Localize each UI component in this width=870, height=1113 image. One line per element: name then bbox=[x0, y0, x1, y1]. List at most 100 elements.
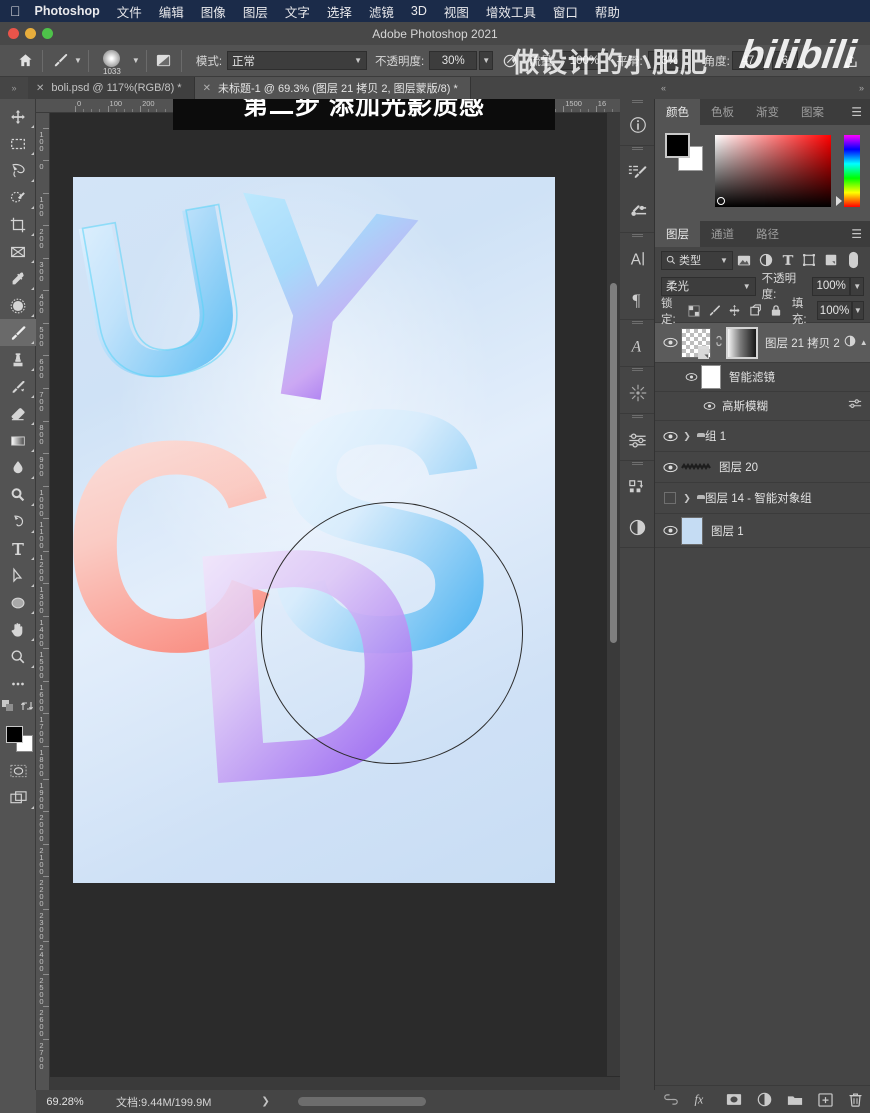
menu-item-3d[interactable]: 3D bbox=[411, 4, 427, 18]
table-row[interactable]: 图层 20 bbox=[655, 452, 870, 483]
tab-swatches[interactable]: 色板 bbox=[700, 99, 745, 125]
menu-item-help[interactable]: 帮助 bbox=[595, 2, 620, 21]
layer-thumbnail[interactable] bbox=[681, 516, 703, 545]
tools-panel[interactable] bbox=[0, 99, 36, 1090]
collapse-left-icon[interactable]: « bbox=[661, 83, 666, 93]
layer-visibility-toggle[interactable] bbox=[659, 462, 681, 473]
menu-item-filter[interactable]: 滤镜 bbox=[369, 2, 394, 21]
smart-filter-fx-icon[interactable] bbox=[844, 334, 856, 352]
list-item[interactable]: 智能滤镜 bbox=[655, 363, 870, 392]
layers-panel-tabs[interactable]: 图层 通道 路径 ☰ bbox=[655, 221, 870, 247]
adjustment-layer-icon[interactable] bbox=[757, 1092, 772, 1107]
lock-position-icon[interactable] bbox=[724, 300, 745, 322]
layer-name[interactable]: 图层 20 bbox=[719, 459, 758, 475]
blend-mode-select[interactable]: 正常 ▼ bbox=[227, 51, 368, 70]
libraries-panel-icon[interactable] bbox=[620, 373, 655, 413]
tool-options-bar[interactable]: ▼ 1033 ▼ 模式: 正常 ▼ 不透明度: 30% ▼ 流量: 100% 平… bbox=[0, 33, 870, 78]
menu-item-image[interactable]: 图像 bbox=[201, 2, 226, 21]
menu-item-type[interactable]: 文字 bbox=[285, 2, 310, 21]
right-panel-dock[interactable]: 颜色 色板 渐变 图案 ☰ 图层 通道 路径 ☰ 类型 ▼ 柔光 ▼ 不透明度:… bbox=[655, 99, 870, 1113]
document-tab-untitled[interactable]: ✕ 未标题-1 @ 69.3% (图层 21 拷贝 2, 图层蒙版/8) * bbox=[194, 77, 471, 99]
character-panel-icon[interactable]: A bbox=[620, 239, 655, 279]
status-menu-icon[interactable]: ❯ bbox=[261, 1096, 269, 1107]
panel-menu-icon[interactable]: ☰ bbox=[843, 221, 870, 247]
brush-size-preview[interactable]: 1033 bbox=[95, 46, 129, 76]
chevron-up-icon[interactable]: ▲ bbox=[860, 338, 868, 347]
layer-list[interactable]: 图层 21 拷贝 2 ▲ 智能滤镜 高斯模糊 ❯ 组 1 图层 20 ❯ 图层 … bbox=[655, 323, 870, 548]
brush-preset-dropdown[interactable]: ▼ bbox=[74, 56, 82, 65]
canvas-area[interactable]: 0100200300400500600700800900100011001200… bbox=[36, 99, 620, 1090]
filter-smart-icon[interactable] bbox=[820, 249, 842, 271]
eyedropper-tool[interactable] bbox=[0, 265, 36, 292]
color-panel-tabs[interactable]: 颜色 色板 渐变 图案 ☰ bbox=[655, 99, 870, 125]
canvas-horizontal-scrollbar[interactable] bbox=[50, 1077, 620, 1090]
menu-item-view[interactable]: 视图 bbox=[444, 2, 469, 21]
filter-type-icon[interactable] bbox=[777, 249, 799, 271]
quick-mask-icon[interactable] bbox=[0, 757, 36, 784]
brush-preset-icon[interactable] bbox=[49, 50, 71, 72]
minimize-button[interactable] bbox=[25, 28, 36, 39]
swap-colors-icon[interactable] bbox=[20, 699, 34, 717]
menu-item-file[interactable]: 文件 bbox=[117, 2, 142, 21]
tab-channels[interactable]: 通道 bbox=[700, 221, 745, 247]
properties-panel-icon[interactable] bbox=[620, 507, 655, 547]
color-swatches[interactable] bbox=[0, 723, 36, 757]
pressure-opacity-icon[interactable] bbox=[499, 50, 521, 72]
table-row[interactable]: 图层 1 bbox=[655, 514, 870, 548]
frame-tool[interactable] bbox=[0, 238, 36, 265]
new-layer-icon[interactable] bbox=[817, 1092, 833, 1107]
smoothing-input[interactable]: 3% bbox=[647, 51, 692, 70]
layer-visibility-toggle[interactable] bbox=[659, 431, 681, 442]
angle-input[interactable]: 47 bbox=[731, 51, 764, 70]
layer-blend-mode-select[interactable]: 柔光 ▼ bbox=[661, 276, 756, 296]
layer-fill-dropdown[interactable]: ▼ bbox=[851, 301, 864, 320]
eraser-tool[interactable] bbox=[0, 400, 36, 427]
filter-pixel-icon[interactable] bbox=[733, 249, 755, 271]
window-controls[interactable] bbox=[8, 28, 53, 39]
table-row[interactable]: ❯ 组 1 bbox=[655, 421, 870, 452]
tab-color[interactable]: 颜色 bbox=[655, 99, 700, 125]
menu-item-photoshop[interactable]: Photoshop bbox=[35, 4, 100, 18]
clone-stamp-tool[interactable] bbox=[0, 346, 36, 373]
path-selection-tool[interactable] bbox=[0, 562, 36, 589]
new-group-icon[interactable] bbox=[787, 1093, 803, 1106]
delete-layer-icon[interactable] bbox=[848, 1092, 863, 1107]
layer-thumbnail[interactable] bbox=[681, 454, 711, 480]
brush-tool[interactable] bbox=[0, 319, 36, 346]
color-picker-handle[interactable] bbox=[717, 197, 725, 205]
opacity-input[interactable]: 30% bbox=[429, 51, 478, 70]
filter-visibility-toggle[interactable] bbox=[699, 401, 719, 411]
blur-tool[interactable] bbox=[0, 454, 36, 481]
layer-filter-select[interactable]: 类型 ▼ bbox=[661, 250, 733, 270]
opacity-dropdown[interactable]: ▼ bbox=[479, 51, 494, 70]
menu-item-window[interactable]: 窗口 bbox=[553, 2, 578, 21]
tab-paths[interactable]: 路径 bbox=[745, 221, 790, 247]
smart-filter-mask-thumbnail[interactable] bbox=[701, 365, 721, 389]
layer-opacity-dropdown[interactable]: ▼ bbox=[850, 276, 864, 296]
lock-transparency-icon[interactable] bbox=[683, 300, 704, 322]
maximize-button[interactable] bbox=[42, 28, 53, 39]
layer-name[interactable]: 图层 21 拷贝 2 bbox=[765, 335, 840, 351]
collapsed-panel-dock[interactable]: A ¶ A bbox=[620, 99, 655, 1090]
vertical-ruler[interactable]: 100 0 100 200 300 400 500 600 700 800 900 1000 1100 1… bbox=[36, 113, 50, 1090]
tab-layers[interactable]: 图层 bbox=[655, 221, 700, 247]
type-tool[interactable] bbox=[0, 535, 36, 562]
list-item[interactable]: 高斯模糊 bbox=[655, 392, 870, 421]
panel-collapse-bar[interactable]: « » bbox=[655, 77, 870, 99]
dodge-tool[interactable] bbox=[0, 481, 36, 508]
foreground-color-swatch[interactable] bbox=[665, 133, 690, 158]
layer-name[interactable]: 图层 14 - 智能对象组 bbox=[705, 490, 812, 506]
close-button[interactable] bbox=[8, 28, 19, 39]
menu-item-plugins[interactable]: 增效工具 bbox=[486, 2, 536, 21]
menu-item-select[interactable]: 选择 bbox=[327, 2, 352, 21]
close-icon[interactable]: ✕ bbox=[203, 83, 211, 94]
lock-all-icon[interactable] bbox=[765, 300, 786, 322]
lock-artboard-icon[interactable] bbox=[745, 300, 766, 322]
paragraph-panel-icon[interactable]: ¶ bbox=[620, 279, 655, 319]
color-panel-body[interactable] bbox=[655, 125, 870, 221]
gradient-tool[interactable] bbox=[0, 427, 36, 454]
screen-mode-icon[interactable] bbox=[0, 784, 36, 811]
color-field[interactable] bbox=[715, 135, 831, 207]
info-panel-icon[interactable] bbox=[620, 105, 655, 145]
lock-row[interactable]: 锁定: 填充: 100% ▼ bbox=[655, 298, 870, 326]
